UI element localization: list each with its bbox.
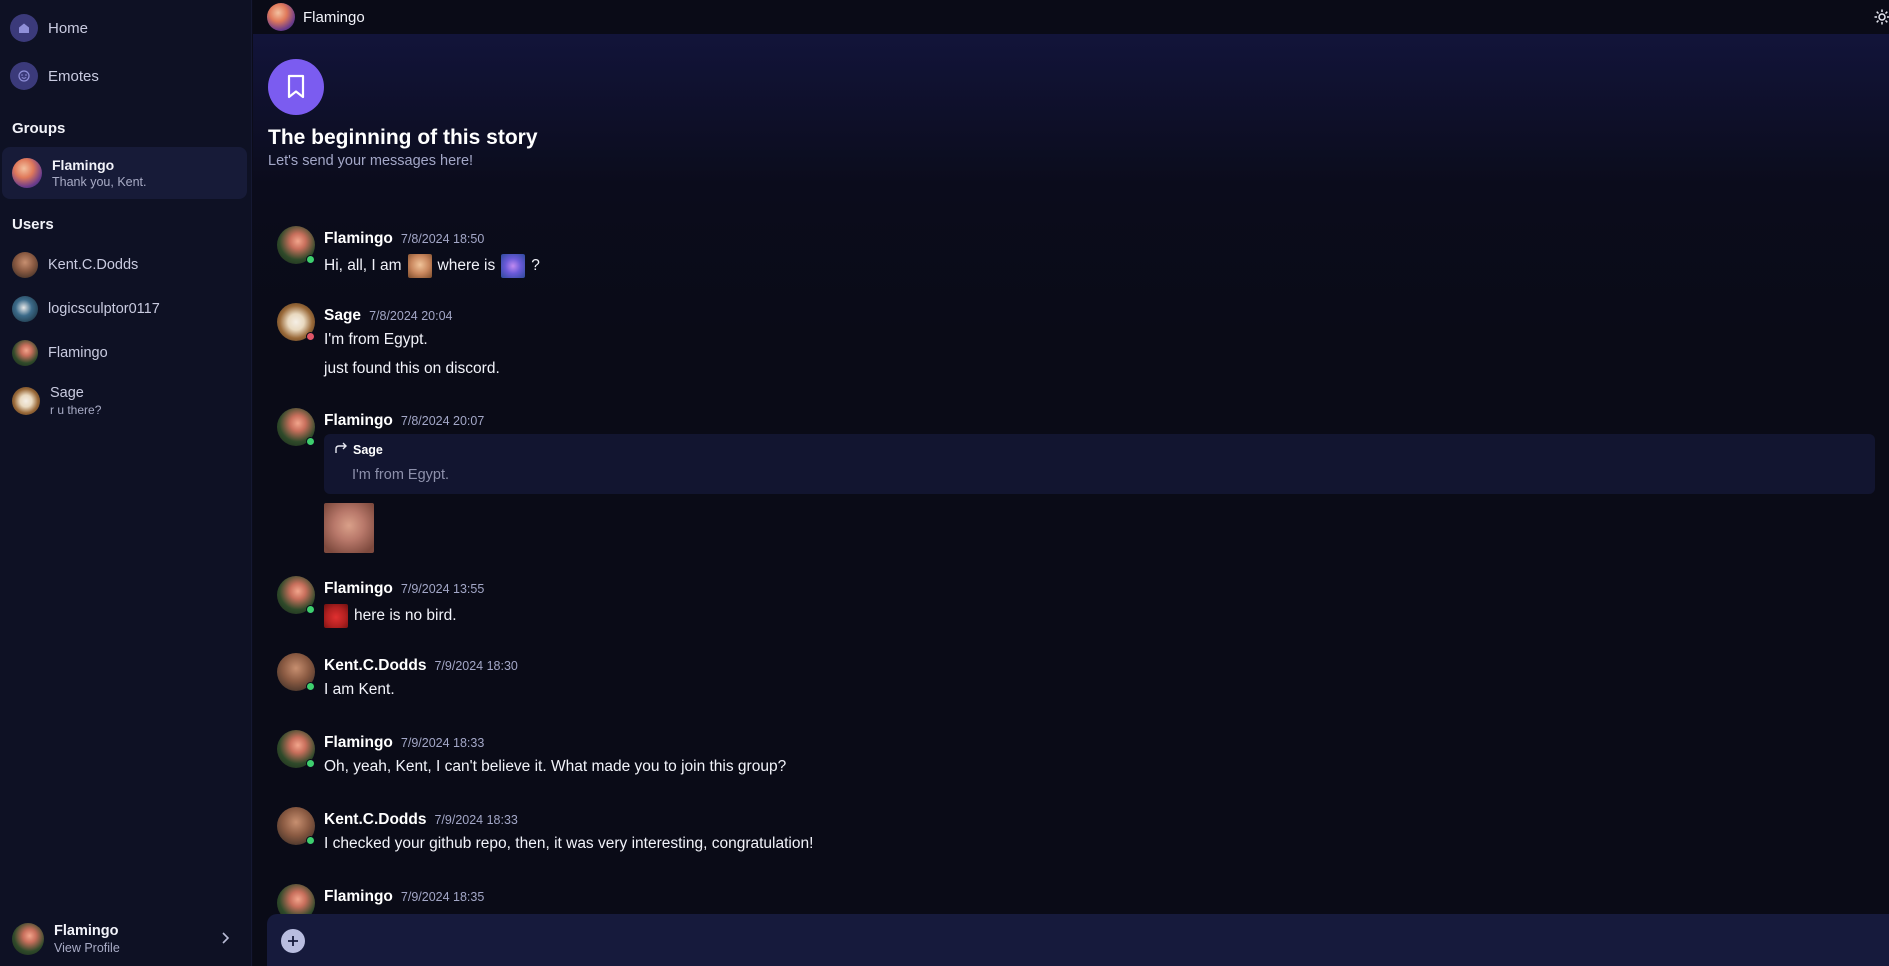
message-author[interactable]: Kent.C.Dodds: [324, 811, 426, 829]
angry-bird-emote-icon: [324, 604, 348, 628]
header-title: Flamingo: [303, 8, 365, 26]
message-time: 7/8/2024 20:07: [400, 414, 485, 428]
user-item-sage[interactable]: Sage r u there?: [12, 385, 102, 417]
online-status-dot: [306, 437, 315, 446]
plus-icon: [288, 936, 298, 946]
message-time: 7/9/2024 13:55: [400, 582, 485, 596]
message-text: I checked your github repo, then, it was…: [324, 835, 814, 852]
profile-button[interactable]: Flamingo View Profile: [0, 912, 252, 966]
header-avatar: [267, 3, 295, 31]
emote-face-icon: [407, 254, 432, 278]
online-status-dot: [306, 605, 315, 614]
group-name: Flamingo: [52, 157, 115, 173]
message-author[interactable]: Flamingo: [324, 888, 393, 906]
add-attachment-button[interactable]: [281, 929, 305, 953]
gear-icon[interactable]: [1873, 8, 1889, 31]
message: Flamingo 7/9/2024 13:55 here is no bird.: [277, 576, 1875, 636]
chat-header: Flamingo: [253, 0, 1889, 34]
face-emote-image: [324, 503, 374, 553]
users-heading: Users: [12, 216, 54, 233]
reply-arrow-icon: [334, 442, 348, 457]
user-name: Kent.C.Dodds: [48, 257, 139, 273]
groups-heading: Groups: [12, 120, 66, 137]
intro-title: The beginning of this story: [268, 126, 538, 149]
chat-main: The beginning of this story Let's send y…: [253, 34, 1889, 966]
message: Sage 7/8/2024 20:04 I'm from Egypt. just…: [277, 303, 1875, 393]
nav-home[interactable]: Home: [10, 12, 88, 44]
message-text: Hi, all, I am where is ?: [324, 254, 540, 278]
nav-emotes-label: Emotes: [48, 67, 99, 85]
user-name: Sage: [50, 385, 84, 401]
online-status-dot: [306, 759, 315, 768]
online-status-dot: [306, 682, 315, 691]
message: Flamingo 7/8/2024 20:07 Sage I'm from Eg…: [277, 408, 1875, 558]
message-time: 7/8/2024 18:50: [400, 232, 485, 246]
user-item-kent[interactable]: Kent.C.Dodds: [12, 250, 138, 280]
user-avatar: [12, 387, 40, 415]
user-name: logicsculptor0117: [48, 301, 160, 317]
message: Kent.C.Dodds 7/9/2024 18:30 I am Kent.: [277, 653, 1875, 713]
online-status-dot: [306, 255, 315, 264]
message-author[interactable]: Flamingo: [324, 412, 393, 430]
user-avatar: [12, 340, 38, 366]
message-text: here is no bird.: [324, 604, 457, 628]
message-author[interactable]: Kent.C.Dodds: [324, 657, 426, 675]
message-text-part: ?: [531, 257, 540, 274]
group-avatar: [12, 158, 42, 188]
view-profile-link: View Profile: [54, 941, 120, 955]
user-avatar: [12, 296, 38, 322]
reply-text: I'm from Egypt.: [352, 467, 450, 483]
group-last-message: Thank you, Kent.: [52, 175, 147, 189]
intro-subtitle: Let's send your messages here!: [268, 153, 474, 169]
message-text-part: Hi, all, I am: [324, 257, 402, 274]
message-text: I'm from Egypt.: [324, 331, 428, 348]
message-author[interactable]: Flamingo: [324, 230, 393, 248]
message-input[interactable]: [317, 926, 1869, 954]
message-time: 7/9/2024 18:33: [434, 813, 518, 827]
sidebar: Home Emotes Groups Flamingo Thank you, K…: [0, 0, 252, 966]
message-time: 7/9/2024 18:33: [400, 736, 485, 750]
group-item-flamingo[interactable]: Flamingo Thank you, Kent.: [2, 147, 247, 199]
message-text: I am Kent.: [324, 681, 395, 698]
message-text: Oh, yeah, Kent, I can't believe it. What…: [324, 758, 787, 775]
message-author[interactable]: Flamingo: [324, 734, 393, 752]
message-time: 7/9/2024 18:30: [434, 659, 518, 673]
message-text: just found this on discord.: [324, 360, 500, 377]
offline-status-dot: [306, 332, 315, 341]
user-item-logicsculptor[interactable]: logicsculptor0117: [12, 294, 160, 324]
message-text-part: where is: [437, 257, 496, 274]
chevron-right-icon: [220, 931, 230, 950]
home-icon: [10, 14, 38, 42]
message-time: 7/8/2024 20:04: [369, 309, 453, 323]
user-avatar: [12, 252, 38, 278]
nav-emotes[interactable]: Emotes: [10, 60, 99, 92]
message: Flamingo 7/9/2024 18:33 Oh, yeah, Kent, …: [277, 730, 1875, 790]
nav-home-label: Home: [48, 19, 89, 37]
online-status-dot: [306, 836, 315, 845]
user-subtitle: r u there?: [50, 403, 102, 417]
message-text-part: here is no bird.: [354, 607, 457, 624]
message-author[interactable]: Flamingo: [324, 580, 393, 598]
user-item-flamingo[interactable]: Flamingo: [12, 338, 108, 368]
message: Flamingo 7/8/2024 18:50 Hi, all, I am wh…: [277, 226, 1875, 286]
smile-icon: [10, 62, 38, 90]
message-author[interactable]: Sage: [324, 307, 361, 325]
emote-creature-icon: [501, 254, 526, 278]
profile-avatar: [12, 923, 44, 955]
message: Kent.C.Dodds 7/9/2024 18:33 I checked yo…: [277, 807, 1875, 867]
user-name: Flamingo: [48, 345, 108, 361]
profile-name: Flamingo: [54, 923, 119, 939]
reply-quote[interactable]: Sage I'm from Egypt.: [324, 434, 1875, 494]
message-composer: [267, 914, 1889, 966]
bookmark-icon: [268, 59, 324, 115]
reply-author: Sage: [353, 442, 383, 457]
message-time: 7/9/2024 18:35: [400, 890, 485, 904]
